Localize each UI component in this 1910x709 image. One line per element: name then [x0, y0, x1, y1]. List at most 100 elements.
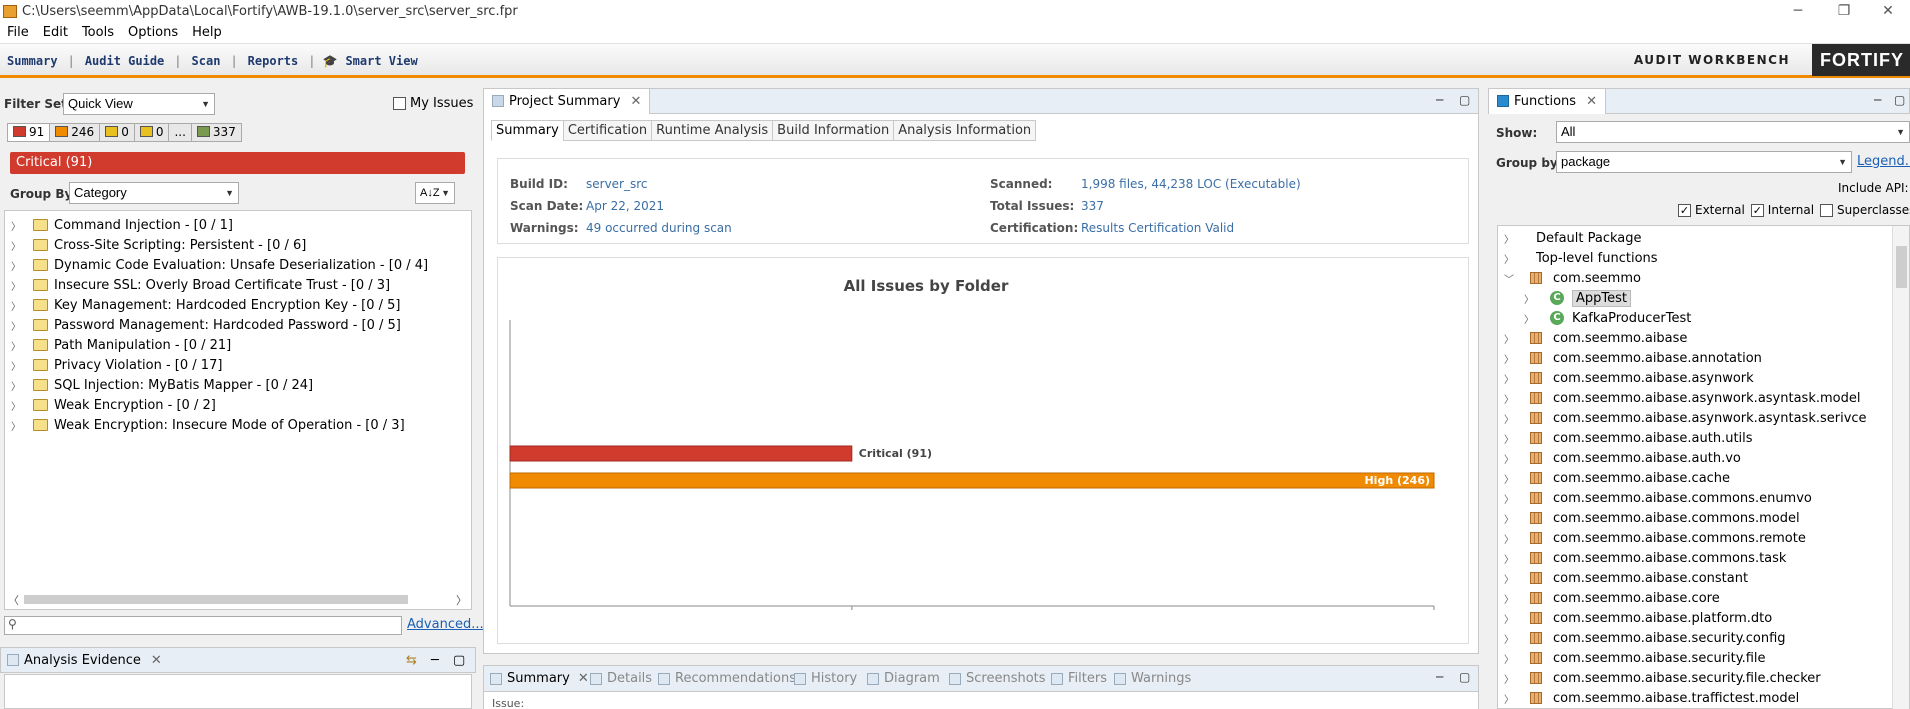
- chevron-right-icon[interactable]: 〉: [1504, 651, 1530, 666]
- tree-item-package[interactable]: 〉 com.seemmo.aibase.commons.task: [1504, 548, 1786, 568]
- menu-edit[interactable]: Edit: [36, 23, 75, 43]
- tree-item-package[interactable]: 〉 com.seemmo.aibase.core: [1504, 588, 1720, 608]
- tree-item-category[interactable]: 〉 SQL Injection: MyBatis Mapper - [0 / 24…: [11, 375, 313, 395]
- tab-history[interactable]: History: [794, 671, 857, 686]
- vertical-scrollbar[interactable]: [1892, 226, 1909, 709]
- certification-value[interactable]: Results Certification Valid: [1081, 221, 1234, 235]
- filter-set-dropdown[interactable]: Quick View ▼: [63, 93, 215, 115]
- medium-count-tab[interactable]: 0: [99, 123, 135, 142]
- chevron-right-icon[interactable]: 〉: [1504, 671, 1530, 686]
- tree-item-category[interactable]: 〉 Dynamic Code Evaluation: Unsafe Deseria…: [11, 255, 428, 275]
- reports-link[interactable]: Reports: [245, 54, 302, 68]
- tree-item-category[interactable]: 〉 Command Injection - [0 / 1]: [11, 215, 233, 235]
- tree-item-package[interactable]: ﹀ com.seemmo: [1504, 268, 1641, 288]
- tab-warnings[interactable]: Warnings: [1114, 671, 1191, 686]
- menu-tools[interactable]: Tools: [75, 23, 121, 43]
- chevron-right-icon[interactable]: 〉: [1504, 331, 1530, 346]
- chevron-right-icon[interactable]: 〉: [1524, 291, 1550, 306]
- tree-item-package[interactable]: 〉 com.seemmo.aibase.security.file.checker: [1504, 668, 1821, 688]
- scrollbar-thumb[interactable]: [24, 595, 408, 604]
- close-icon[interactable]: ✕: [1586, 94, 1597, 109]
- tree-item-category[interactable]: 〉 Path Manipulation - [0 / 21]: [11, 335, 231, 355]
- chevron-right-icon[interactable]: 〉: [1504, 451, 1530, 466]
- minimize-view-icon[interactable]: ─: [1874, 93, 1881, 107]
- chevron-right-icon[interactable]: 〉: [1504, 531, 1530, 546]
- chevron-right-icon[interactable]: 〉: [1504, 611, 1530, 626]
- maximize-view-icon[interactable]: ▢: [1894, 93, 1905, 107]
- low-count-tab[interactable]: 0: [133, 123, 170, 142]
- tree-item-package[interactable]: 〉 com.seemmo.aibase.commons.model: [1504, 508, 1800, 528]
- tab-summary[interactable]: Summary: [491, 120, 564, 141]
- tree-item-package[interactable]: 〉 com.seemmo.aibase.auth.utils: [1504, 428, 1753, 448]
- tree-item-category[interactable]: 〉 Password Management: Hardcoded Password…: [11, 315, 401, 335]
- tree-item-package[interactable]: 〉 com.seemmo.aibase.annotation: [1504, 348, 1762, 368]
- chevron-right-icon[interactable]: 〉: [1504, 471, 1530, 486]
- maximize-view-icon[interactable]: ▢: [453, 653, 465, 668]
- restore-button[interactable]: ❐: [1822, 0, 1866, 23]
- chevron-right-icon[interactable]: 〉: [1504, 371, 1530, 386]
- external-checkbox[interactable]: ✓: [1678, 203, 1691, 217]
- tree-item-category[interactable]: 〉 Weak Encryption: Insecure Mode of Opera…: [11, 415, 405, 435]
- minimize-view-icon[interactable]: ─: [1436, 93, 1443, 107]
- tab-build-information[interactable]: Build Information: [772, 120, 895, 141]
- tab-analysis-information[interactable]: Analysis Information: [893, 120, 1037, 141]
- tab-bottom-summary[interactable]: Summary ✕: [490, 671, 589, 686]
- scroll-left-icon[interactable]: 〈: [8, 592, 19, 608]
- menu-file[interactable]: File: [0, 23, 36, 43]
- tree-item-package[interactable]: 〉 com.seemmo.aibase.asynwork.asyntask.mod…: [1504, 388, 1860, 408]
- tree-item-class[interactable]: 〉 C AppTest: [1524, 288, 1631, 308]
- tree-item-category[interactable]: 〉 Key Management: Hardcoded Encryption Ke…: [11, 295, 400, 315]
- tree-item-category[interactable]: 〉 Weak Encryption - [0 / 2]: [11, 395, 216, 415]
- menu-options[interactable]: Options: [121, 23, 185, 43]
- tab-recommendations[interactable]: Recommendations: [658, 671, 796, 686]
- chevron-down-icon[interactable]: ﹀: [1504, 271, 1530, 286]
- chevron-right-icon[interactable]: 〉: [1504, 631, 1530, 646]
- legend-link[interactable]: Legend...: [1857, 154, 1910, 169]
- chevron-right-icon[interactable]: 〉: [1504, 691, 1530, 706]
- minimize-view-icon[interactable]: ─: [431, 653, 439, 668]
- group-by-dropdown[interactable]: Category ▼: [69, 182, 239, 204]
- scroll-right-icon[interactable]: 〉: [456, 592, 467, 608]
- chevron-right-icon[interactable]: 〉: [1504, 251, 1530, 266]
- tree-item-package[interactable]: 〉 com.seemmo.aibase.asynwork.asyntask.ser…: [1504, 408, 1867, 428]
- tree-item-package[interactable]: 〉 com.seemmo.aibase.commons.remote: [1504, 528, 1806, 548]
- superclasses-checkbox[interactable]: [1820, 203, 1834, 217]
- warnings-value[interactable]: 49 occurred during scan: [586, 221, 732, 235]
- audit-guide-link[interactable]: Audit Guide: [82, 54, 167, 68]
- tree-item-category[interactable]: 〉 Privacy Violation - [0 / 17]: [11, 355, 222, 375]
- chevron-right-icon[interactable]: 〉: [1504, 411, 1530, 426]
- chevron-right-icon[interactable]: 〉: [1524, 311, 1550, 326]
- sort-button[interactable]: A↓Z ▼: [415, 182, 455, 204]
- chevron-right-icon[interactable]: 〉: [1504, 571, 1530, 586]
- tree-item-package[interactable]: 〉 Top-level functions: [1504, 248, 1658, 268]
- tree-item-package[interactable]: 〉 com.seemmo.aibase.platform.dto: [1504, 608, 1772, 628]
- chevron-right-icon[interactable]: 〉: [1504, 431, 1530, 446]
- maximize-view-icon[interactable]: ▢: [1459, 93, 1470, 107]
- chevron-right-icon[interactable]: 〉: [1504, 491, 1530, 506]
- tree-item-category[interactable]: 〉 Cross-Site Scripting: Persistent - [0 /…: [11, 235, 306, 255]
- chevron-right-icon[interactable]: 〉: [1504, 231, 1530, 246]
- minimize-view-icon[interactable]: ─: [1436, 670, 1443, 684]
- chevron-right-icon[interactable]: 〉: [1504, 391, 1530, 406]
- internal-checkbox[interactable]: ✓: [1750, 203, 1764, 217]
- tree-item-package[interactable]: 〉 com.seemmo.aibase.cache: [1504, 468, 1730, 488]
- tab-details[interactable]: Details: [590, 671, 652, 686]
- tree-item-package[interactable]: 〉 com.seemmo.aibase.auth.vo: [1504, 448, 1741, 468]
- package-group-dropdown[interactable]: package ▼: [1556, 151, 1852, 173]
- advanced-search-link[interactable]: Advanced...: [407, 617, 484, 632]
- tree-item-package[interactable]: 〉 com.seemmo.aibase.constant: [1504, 568, 1748, 588]
- chevron-right-icon[interactable]: 〉: [1504, 551, 1530, 566]
- chevron-right-icon[interactable]: 〉: [1504, 511, 1530, 526]
- chevron-right-icon[interactable]: 〉: [1504, 351, 1530, 366]
- high-count-tab[interactable]: 246: [49, 123, 101, 142]
- tab-runtime-analysis[interactable]: Runtime Analysis: [651, 120, 774, 141]
- search-input[interactable]: ⚲: [4, 616, 402, 635]
- close-button[interactable]: ✕: [1866, 0, 1910, 23]
- tree-item-package[interactable]: 〉 com.seemmo.aibase.security.config: [1504, 628, 1786, 648]
- scan-link[interactable]: Scan: [189, 54, 224, 68]
- tree-item-package[interactable]: 〉 com.seemmo.aibase.commons.enumvo: [1504, 488, 1812, 508]
- link-editor-icon[interactable]: ⇆: [406, 653, 417, 668]
- tab-filters[interactable]: Filters: [1051, 671, 1107, 686]
- tab-screenshots[interactable]: Screenshots: [949, 671, 1046, 686]
- close-icon[interactable]: ✕: [578, 671, 589, 686]
